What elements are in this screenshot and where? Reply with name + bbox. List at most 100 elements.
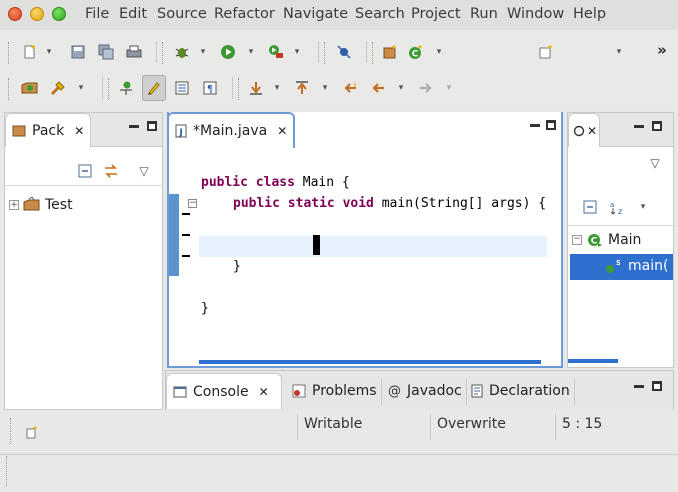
statusbar-grip[interactable]	[6, 456, 9, 486]
toggle-breadcrumb-icon[interactable]	[116, 78, 136, 98]
code-line-4[interactable]: }	[233, 259, 241, 274]
fold-icon[interactable]: −	[188, 199, 197, 208]
maximize-icon[interactable]	[147, 121, 157, 131]
close-icon[interactable]: ✕	[259, 385, 269, 399]
tab-problems[interactable]: Problems	[290, 373, 377, 409]
next-annotation-dropdown-icon[interactable]: ▾	[272, 78, 282, 98]
toolbar-grip[interactable]	[324, 42, 327, 64]
outline-item-main-method[interactable]: S main(	[570, 254, 673, 280]
save-icon[interactable]	[68, 42, 88, 62]
toolbar-grip[interactable]	[162, 42, 165, 64]
external-tools-icon[interactable]	[266, 42, 286, 62]
maximize-icon[interactable]	[652, 381, 662, 391]
show-whitespace-icon[interactable]	[172, 78, 192, 98]
menu-search[interactable]: Search	[355, 6, 405, 22]
window-minimize-button[interactable]	[30, 7, 44, 21]
debug-dropdown-icon[interactable]: ▾	[198, 42, 208, 62]
search-dropdown-icon[interactable]: ▾	[76, 78, 86, 98]
new-class-dropdown-icon[interactable]: ▾	[434, 42, 444, 62]
tab-main-java[interactable]: J *Main.java ✕	[167, 112, 295, 148]
debug-icon[interactable]	[172, 42, 192, 62]
forward-icon[interactable]	[416, 78, 436, 98]
status-divider	[555, 414, 556, 440]
tab-javadoc[interactable]: @ Javadoc	[388, 373, 462, 409]
filters-dropdown-icon[interactable]: ▾	[638, 197, 648, 217]
menu-file[interactable]: File	[85, 6, 109, 22]
new-icon[interactable]	[20, 42, 40, 62]
view-menu-icon[interactable]: ▽	[650, 153, 660, 173]
search-icon[interactable]	[48, 78, 68, 98]
tree-item-test[interactable]: + Test	[9, 195, 73, 215]
previous-annotation-dropdown-icon[interactable]: ▾	[320, 78, 330, 98]
collapse-all-icon[interactable]	[75, 161, 95, 181]
save-all-icon[interactable]	[96, 42, 116, 62]
menu-edit[interactable]: Edit	[119, 6, 147, 22]
external-tools-dropdown-icon[interactable]: ▾	[292, 42, 302, 62]
editor-minimize-icon[interactable]	[530, 124, 540, 127]
minimize-icon[interactable]	[634, 385, 644, 388]
code-line-6[interactable]: }	[201, 301, 209, 316]
tab-package-explorer[interactable]: Pack ✕	[5, 113, 91, 147]
open-perspective-icon[interactable]	[536, 42, 556, 62]
block-selection-icon[interactable]: ¶	[200, 78, 220, 98]
minimize-icon[interactable]	[129, 125, 139, 128]
menu-project[interactable]: Project	[411, 6, 461, 22]
last-edit-location-icon[interactable]	[340, 78, 360, 98]
run-icon[interactable]	[218, 42, 238, 62]
run-dropdown-icon[interactable]: ▾	[246, 42, 256, 62]
tab-declaration[interactable]: Declaration	[471, 373, 570, 409]
close-icon[interactable]: ✕	[587, 124, 597, 138]
close-icon[interactable]: ✕	[277, 124, 287, 138]
code-line-1[interactable]: public class Main {	[201, 175, 350, 190]
toolbar-grip[interactable]	[8, 78, 11, 100]
toolbar-grip[interactable]	[8, 42, 11, 64]
link-with-editor-icon[interactable]	[101, 161, 121, 181]
view-menu-icon[interactable]: ▽	[139, 161, 149, 181]
menu-run[interactable]: Run	[470, 6, 498, 22]
window-maximize-button[interactable]	[52, 7, 66, 21]
perspective-dropdown-icon[interactable]: ▾	[614, 42, 624, 62]
close-icon[interactable]: ✕	[74, 124, 84, 138]
mark-occurrences-icon[interactable]	[142, 75, 166, 101]
back-icon[interactable]	[368, 78, 388, 98]
skip-breakpoints-icon[interactable]	[334, 42, 354, 62]
menu-help[interactable]: Help	[573, 6, 606, 22]
collapse-all-icon[interactable]	[580, 197, 600, 217]
outline-scrollbar[interactable]	[568, 359, 618, 363]
tab-console[interactable]: Console ✕	[166, 373, 282, 409]
new-java-class-icon[interactable]: C	[406, 42, 426, 62]
forward-dropdown-icon[interactable]: ▾	[444, 78, 454, 98]
collapse-icon[interactable]: −	[572, 235, 582, 245]
menu-source[interactable]: Source	[157, 6, 207, 22]
next-annotation-icon[interactable]	[246, 78, 266, 98]
minimize-icon[interactable]	[634, 125, 644, 128]
sort-icon[interactable]: az	[608, 197, 628, 217]
outline-item-main-class[interactable]: − C Main	[572, 230, 641, 250]
current-line-highlight	[199, 236, 547, 257]
new-dropdown-icon[interactable]: ▾	[44, 42, 54, 62]
menu-window[interactable]: Window	[507, 6, 564, 22]
toolbar-overflow-icon[interactable]: »	[652, 40, 672, 60]
toolbar-grip[interactable]	[108, 78, 111, 100]
divider	[0, 454, 678, 455]
toolbar-grip[interactable]	[238, 78, 241, 100]
new-java-package-icon[interactable]	[380, 42, 400, 62]
editor-scrollbar[interactable]	[199, 360, 541, 364]
toolbar-grip[interactable]	[372, 42, 375, 64]
expand-icon[interactable]: +	[9, 200, 19, 210]
svg-text:J: J	[178, 128, 182, 138]
code-line-2[interactable]: public static void main(String[] args) {	[233, 196, 546, 211]
maximize-icon[interactable]	[652, 121, 662, 131]
menu-navigate[interactable]: Navigate	[283, 6, 348, 22]
editor-maximize-icon[interactable]	[546, 120, 556, 130]
open-type-icon[interactable]	[20, 78, 40, 98]
tab-outline[interactable]: ✕	[568, 113, 600, 147]
statusbar-grip[interactable]	[10, 418, 13, 444]
fast-view-icon[interactable]	[22, 422, 42, 442]
back-dropdown-icon[interactable]: ▾	[396, 78, 406, 98]
previous-annotation-icon[interactable]	[292, 78, 312, 98]
menu-refactor[interactable]: Refactor	[214, 6, 275, 22]
print-icon[interactable]	[124, 42, 144, 62]
toolbar-separator	[366, 41, 367, 63]
window-close-button[interactable]	[8, 7, 22, 21]
